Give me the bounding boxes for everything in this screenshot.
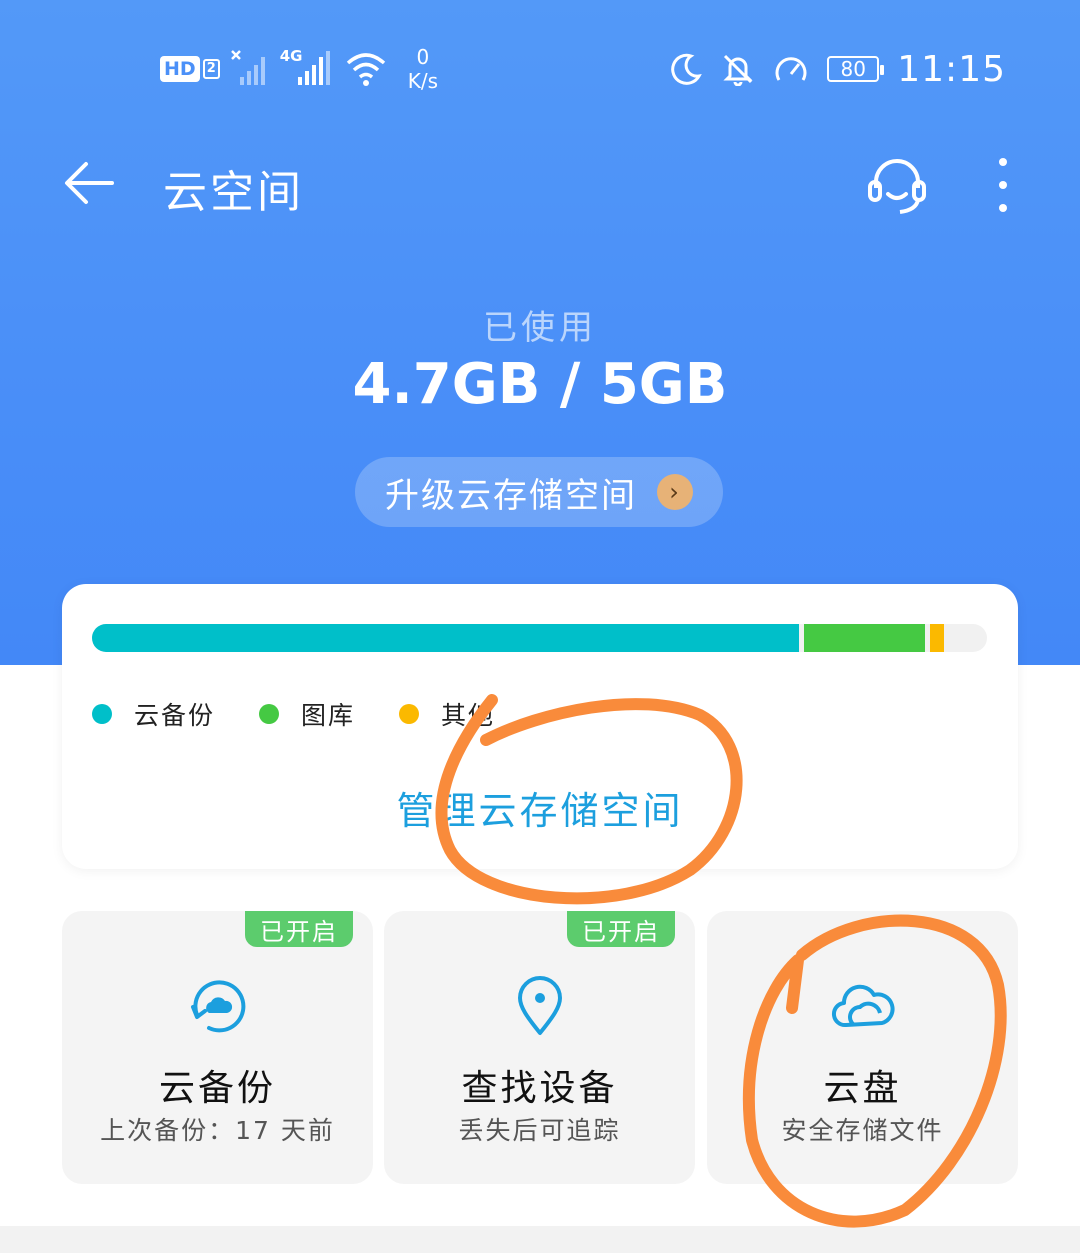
storage-legend: 云备份 图库 其他: [92, 696, 539, 732]
cloud-backup-icon: [190, 980, 245, 1033]
moon-icon: [671, 53, 703, 85]
used-label: 已使用: [483, 308, 597, 348]
app-bar: 云空间: [0, 140, 1080, 230]
wifi-icon: [346, 53, 385, 86]
cloud-icon: [831, 984, 895, 1028]
chevron-right-icon: ›: [657, 474, 693, 510]
upgrade-storage-button[interactable]: 升级云存储空间 ›: [355, 457, 723, 527]
tile-subtitle: 丢失后可追踪: [458, 1116, 621, 1145]
bottom-divider: [0, 1226, 1080, 1253]
tile-subtitle: 上次备份：17 天前: [100, 1116, 335, 1145]
battery-level: 80: [840, 57, 866, 81]
network-speed-value: 0: [416, 45, 430, 69]
used-value: 4.7GB / 5GB: [352, 352, 728, 417]
status-right: 80 11:15: [669, 44, 1006, 94]
tile-find-device[interactable]: 已开启 查找设备 丢失后可追踪: [384, 911, 695, 1184]
network-speed: 0 K/s: [408, 45, 438, 93]
storage-usage-bar: [92, 624, 987, 652]
legend-item: 图库: [259, 696, 355, 732]
hd-voice-indicator: HD 2: [160, 56, 220, 82]
signal-strength-icon: [297, 51, 330, 85]
status-badge: 已开启: [245, 911, 353, 947]
legend-dot: [92, 704, 112, 724]
tile-title: 云盘: [823, 1068, 902, 1109]
legend-label: 其他: [441, 701, 496, 730]
status-bar: HD 2 4G 0 K/s 80 11:15: [0, 38, 1080, 102]
bell-muted-icon: [723, 54, 753, 86]
customer-service-icon[interactable]: [864, 152, 930, 218]
legend-dot: [259, 704, 280, 724]
tile-cloud-drive[interactable]: 云盘 安全存储文件: [707, 911, 1018, 1184]
tile-icon-wrap: [384, 975, 695, 1037]
legend-item: 云备份: [92, 696, 215, 732]
back-arrow-icon[interactable]: [60, 158, 120, 208]
battery-indicator: 80: [827, 56, 885, 82]
legend-label: 图库: [301, 701, 356, 730]
tile-title: 云备份: [158, 1068, 276, 1109]
storage-segment: [92, 624, 800, 652]
hd-sim-number: 2: [202, 59, 220, 79]
manage-storage-link[interactable]: 管理云存储空间: [62, 780, 1018, 835]
status-badge: 已开启: [567, 911, 675, 947]
tile-subtitle: 安全存储文件: [781, 1116, 944, 1145]
signal-4g-group: 4G: [280, 47, 334, 89]
clock: 11:15: [897, 48, 1006, 90]
legend-item: 其他: [399, 696, 495, 732]
tile-title: 查找设备: [461, 1068, 618, 1109]
page-title: 云空间: [163, 167, 304, 218]
storage-card: 云备份 图库 其他 管理云存储空间: [62, 584, 1018, 869]
more-options-icon[interactable]: [988, 152, 1018, 218]
hd-label: HD: [160, 56, 200, 82]
location-pin-icon: [517, 976, 562, 1035]
speed-gauge-icon: [775, 57, 807, 81]
network-speed-unit: K/s: [407, 69, 439, 93]
legend-label: 云备份: [134, 701, 216, 730]
legend-dot: [399, 704, 420, 724]
storage-segment: [929, 624, 945, 652]
storage-segment: [804, 624, 925, 652]
signal-no-service-icon: [230, 50, 265, 85]
tile-icon-wrap: [62, 975, 373, 1037]
tile-icon-wrap: [707, 975, 1018, 1037]
upgrade-storage-label: 升级云存储空间: [385, 475, 637, 516]
status-left: HD 2 4G 0 K/s: [160, 45, 438, 93]
tile-cloud-backup[interactable]: 已开启 云备份 上次备份：17 天前: [62, 911, 373, 1184]
